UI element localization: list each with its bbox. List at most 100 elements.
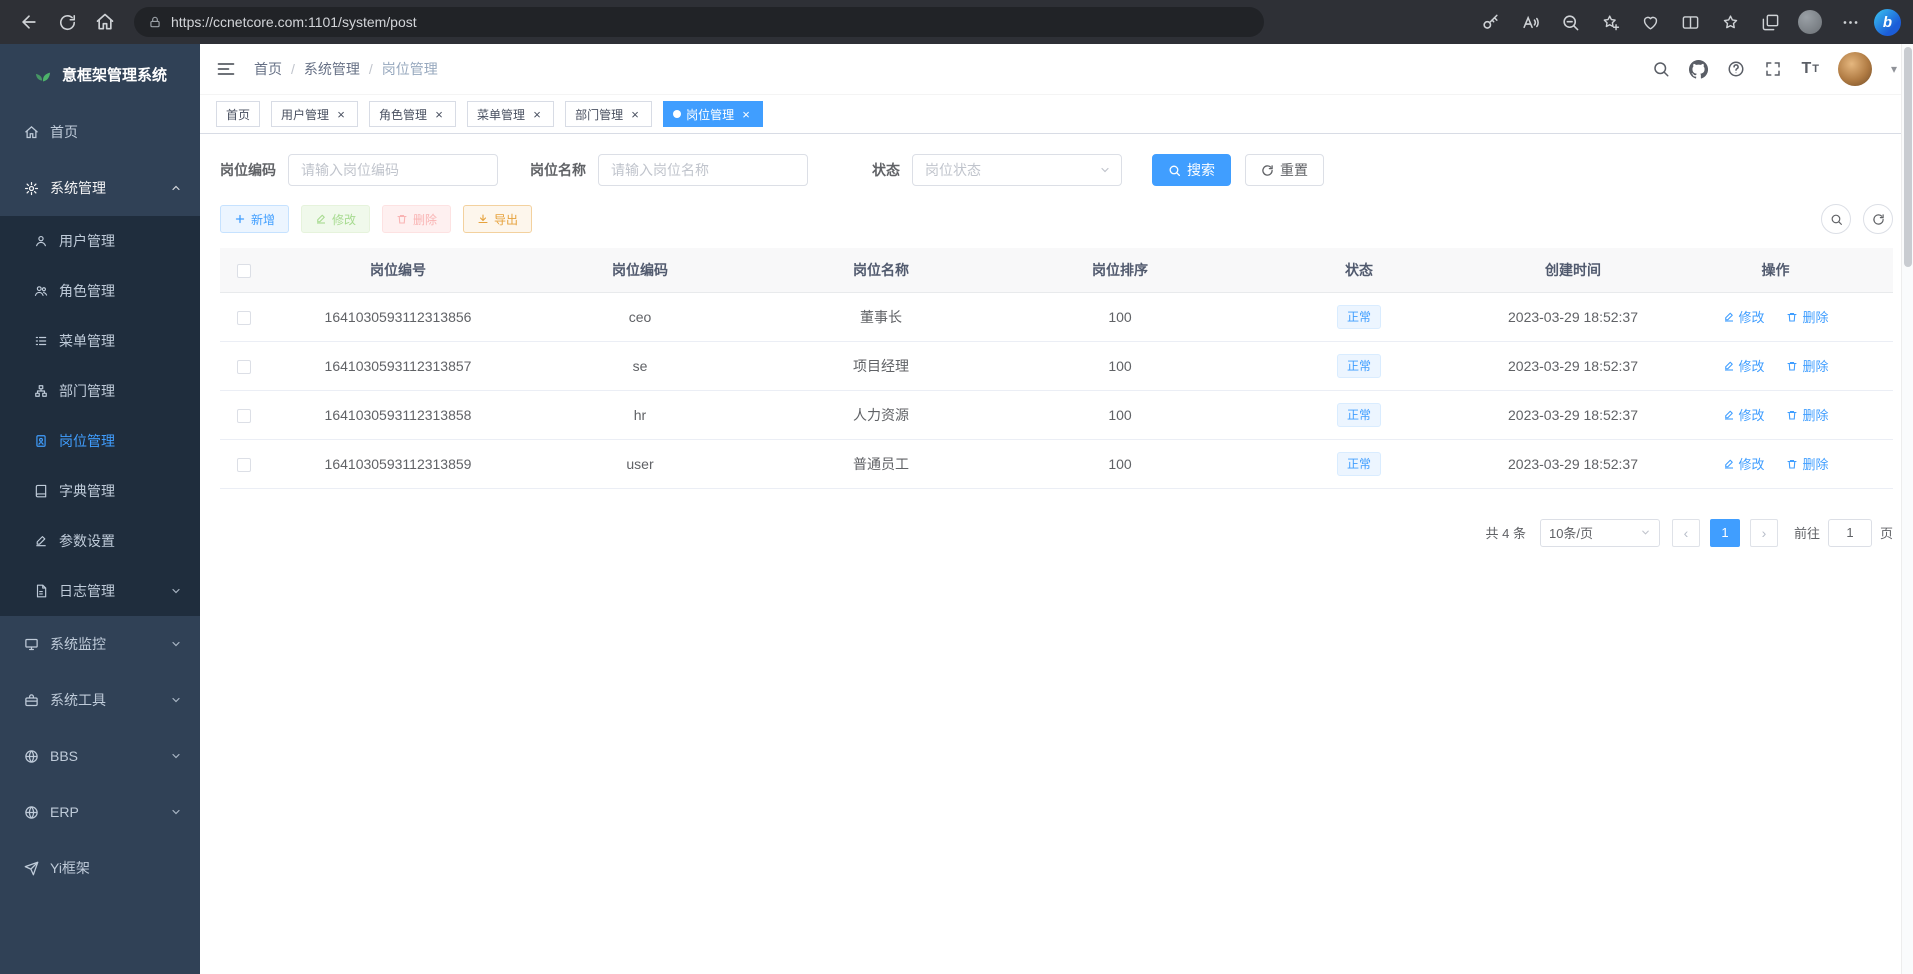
scrollbar-thumb[interactable] [1904, 47, 1912, 267]
tab-dept-mgmt[interactable]: 部门管理 × [565, 101, 652, 127]
sidebar-item-param-settings[interactable]: 参数设置 [0, 516, 200, 566]
reset-button[interactable]: 重置 [1245, 154, 1324, 186]
post-name-input[interactable] [598, 154, 808, 186]
search-button[interactable]: 搜索 [1152, 154, 1231, 186]
profile-icon[interactable] [1794, 6, 1826, 38]
post-code-input[interactable] [288, 154, 498, 186]
sidebar-item-role-mgmt[interactable]: 角色管理 [0, 266, 200, 316]
favorites-icon[interactable] [1714, 6, 1746, 38]
more-icon[interactable] [1834, 6, 1866, 38]
sidebar-item-menu-mgmt[interactable]: 菜单管理 [0, 316, 200, 366]
help-icon[interactable] [1727, 60, 1745, 78]
status-select[interactable]: 岗位状态 [912, 154, 1122, 186]
status-badge: 正常 [1337, 305, 1381, 329]
read-aloud-icon[interactable] [1514, 6, 1546, 38]
scrollbar-track[interactable] [1901, 44, 1913, 974]
row-delete-button[interactable]: 删除 [1786, 454, 1828, 473]
bing-icon[interactable]: b [1874, 9, 1901, 36]
tab-role-mgmt[interactable]: 角色管理 × [369, 101, 456, 127]
refresh-icon[interactable] [50, 5, 84, 39]
close-icon[interactable]: × [739, 107, 753, 121]
edit-icon [1723, 458, 1735, 470]
export-button[interactable]: 导出 [463, 205, 532, 233]
sidebar-item-home[interactable]: 首页 [0, 104, 200, 160]
collections-icon[interactable] [1754, 6, 1786, 38]
sidebar-item-system-mgmt[interactable]: 系统管理 [0, 160, 200, 216]
table-row: 1641030593112313857 se 项目经理 100 正常 2023-… [220, 341, 1893, 390]
address-bar[interactable]: https://ccnetcore.com:1101/system/post [134, 7, 1264, 37]
row-edit-button[interactable]: 修改 [1723, 356, 1765, 375]
caret-down-icon[interactable]: ▾ [1891, 62, 1897, 76]
chevron-down-icon [170, 585, 182, 597]
home-icon[interactable] [88, 5, 122, 39]
cell-post-name: 人力资源 [752, 390, 1010, 439]
row-edit-button[interactable]: 修改 [1723, 307, 1765, 326]
row-checkbox[interactable] [237, 458, 251, 472]
edit-button[interactable]: 修改 [301, 205, 370, 233]
row-delete-button[interactable]: 删除 [1786, 307, 1828, 326]
page-number-1[interactable]: 1 [1710, 519, 1740, 547]
tab-home[interactable]: 首页 [216, 101, 260, 127]
sidebar-toggle-icon[interactable] [216, 59, 236, 79]
breadcrumb-home[interactable]: 首页 [254, 59, 282, 79]
close-icon[interactable]: × [334, 107, 348, 121]
cell-created-time: 2023-03-29 18:52:37 [1488, 390, 1658, 439]
goto-page-input[interactable] [1828, 519, 1872, 547]
close-icon[interactable]: × [628, 107, 642, 121]
delete-button[interactable]: 删除 [382, 205, 451, 233]
row-delete-button[interactable]: 删除 [1786, 356, 1828, 375]
sidebar-item-post-mgmt[interactable]: 岗位管理 [0, 416, 200, 466]
row-delete-button[interactable]: 删除 [1786, 405, 1828, 424]
page-size-value: 10条/页 [1549, 523, 1593, 542]
globe-icon [24, 805, 39, 820]
select-all-checkbox[interactable] [237, 264, 251, 278]
edit-icon [34, 534, 48, 548]
sidebar-item-system-monitor[interactable]: 系统监控 [0, 616, 200, 672]
show-search-button[interactable] [1821, 204, 1851, 234]
add-button[interactable]: 新增 [220, 205, 289, 233]
tab-post-mgmt[interactable]: 岗位管理 × [663, 101, 763, 127]
sidebar-item-erp[interactable]: ERP [0, 784, 200, 840]
breadcrumb-system[interactable]: 系统管理 [304, 59, 360, 79]
refresh-table-button[interactable] [1863, 204, 1893, 234]
sidebar-item-yi-framework[interactable]: Yi框架 [0, 840, 200, 896]
favorite-add-icon[interactable] [1594, 6, 1626, 38]
zoom-icon[interactable] [1554, 6, 1586, 38]
row-checkbox[interactable] [237, 409, 251, 423]
col-actions: 操作 [1658, 248, 1893, 292]
sidebar-item-dict-mgmt[interactable]: 字典管理 [0, 466, 200, 516]
toolbox-icon [24, 693, 39, 708]
tab-menu-mgmt[interactable]: 菜单管理 × [467, 101, 554, 127]
font-size-icon[interactable]: TT [1801, 61, 1819, 77]
breadcrumb-current: 岗位管理 [382, 59, 438, 79]
user-avatar[interactable] [1838, 52, 1872, 86]
status-select-placeholder: 岗位状态 [925, 160, 981, 180]
search-icon [1168, 164, 1181, 177]
edit-icon [1723, 311, 1735, 323]
sidebar-item-dept-mgmt[interactable]: 部门管理 [0, 366, 200, 416]
next-page-button[interactable]: › [1750, 519, 1778, 547]
row-checkbox[interactable] [237, 311, 251, 325]
sidebar-item-log-mgmt[interactable]: 日志管理 [0, 566, 200, 616]
close-icon[interactable]: × [432, 107, 446, 121]
fullscreen-icon[interactable] [1764, 60, 1782, 78]
browser-essentials-icon[interactable] [1634, 6, 1666, 38]
close-icon[interactable]: × [530, 107, 544, 121]
row-edit-button[interactable]: 修改 [1723, 454, 1765, 473]
row-edit-button[interactable]: 修改 [1723, 405, 1765, 424]
page-size-select[interactable]: 10条/页 [1540, 519, 1660, 547]
sidebar-item-label: 日志管理 [59, 581, 115, 601]
sidebar-item-system-tools[interactable]: 系统工具 [0, 672, 200, 728]
search-icon[interactable] [1652, 60, 1670, 78]
key-icon[interactable] [1474, 6, 1506, 38]
github-icon[interactable] [1689, 60, 1708, 79]
sidebar-item-label: 字典管理 [59, 481, 115, 501]
sidebar-item-bbs[interactable]: BBS [0, 728, 200, 784]
globe-icon [24, 749, 39, 764]
split-screen-icon[interactable] [1674, 6, 1706, 38]
tab-user-mgmt[interactable]: 用户管理 × [271, 101, 358, 127]
sidebar-item-user-mgmt[interactable]: 用户管理 [0, 216, 200, 266]
prev-page-button[interactable]: ‹ [1672, 519, 1700, 547]
back-icon[interactable] [12, 5, 46, 39]
row-checkbox[interactable] [237, 360, 251, 374]
